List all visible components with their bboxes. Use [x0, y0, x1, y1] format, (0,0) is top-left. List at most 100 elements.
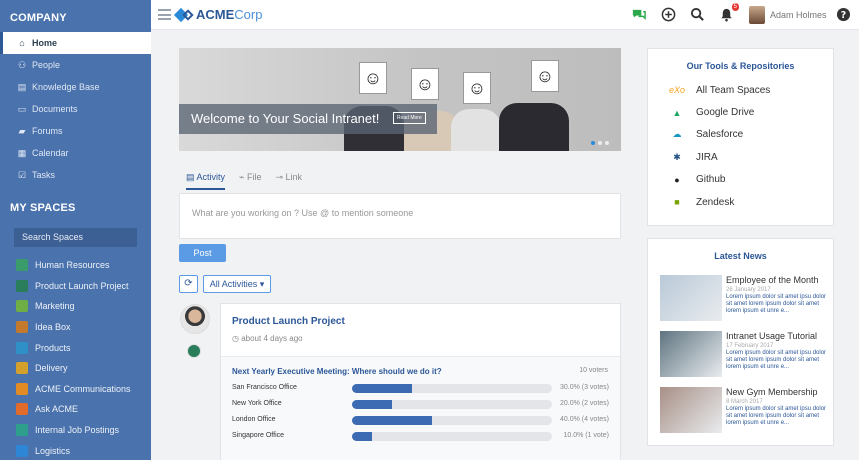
poll-option[interactable]: London Office 40.0% (4 votes): [232, 414, 609, 426]
news-item[interactable]: Intranet Usage Tutorial 17 February 2017 L…: [648, 331, 833, 387]
post-button[interactable]: Post: [179, 244, 226, 262]
poll-option[interactable]: San Francisco Office 30.0% (3 votes): [232, 382, 609, 394]
tool-label: Salesforce: [696, 129, 744, 141]
user-menu[interactable]: Adam Holmes: [749, 6, 827, 24]
smiley-card-1: ☺: [359, 62, 387, 94]
space-icon: [16, 300, 28, 313]
poll-option[interactable]: New York Office 20.0% (2 votes): [232, 398, 609, 410]
notifications-bell-icon[interactable]: 5: [719, 3, 739, 22]
sidebar-item-knowledge-base[interactable]: ▤ Knowledge Base: [0, 76, 151, 98]
space-item[interactable]: Idea Box: [0, 317, 151, 338]
news-item[interactable]: New Gym Membership 8 March 2017 Lorem ipsu…: [648, 387, 833, 443]
space-label: Marketing: [35, 301, 75, 312]
search-icon[interactable]: [690, 7, 705, 22]
space-icon: [16, 279, 28, 292]
space-item[interactable]: Human Resources: [0, 255, 151, 276]
tool-link[interactable]: ■ Zendesk: [648, 191, 833, 213]
user-name: Adam Holmes: [770, 10, 827, 20]
activity-space-title[interactable]: Product Launch Project: [232, 316, 345, 327]
composer-tabs: ▤ Activity ⌁ File ⊸ Link: [186, 172, 302, 190]
welcome-banner[interactable]: ☺ ☺ ☺ ☺ Welcome to Your Social Intranet!…: [179, 48, 621, 151]
tool-link[interactable]: ✱ JIRA: [648, 146, 833, 168]
sidebar-item-label: Calendar: [32, 148, 69, 158]
folder-icon: ▭: [17, 103, 27, 114]
book-icon: ▤: [17, 81, 27, 92]
space-item[interactable]: Internal Job Postings: [0, 420, 151, 441]
news-thumbnail[interactable]: [660, 387, 722, 433]
space-icon: [16, 362, 28, 375]
activity-filter-dropdown[interactable]: All Activities ▾: [203, 275, 271, 293]
news-title[interactable]: Intranet Usage Tutorial: [726, 331, 833, 342]
poll-option[interactable]: Singapore Office 10.0% (1 vote): [232, 430, 609, 442]
space-item[interactable]: Logistics: [0, 440, 151, 460]
tab-file[interactable]: ⌁ File: [239, 172, 261, 190]
news-thumbnail[interactable]: [660, 331, 722, 377]
poll-option-label: San Francisco Office: [232, 384, 297, 391]
tool-link[interactable]: ▲ Google Drive: [648, 101, 833, 123]
news-excerpt: Lorem ipsum dolor sit amet ipsu dolor si…: [726, 406, 827, 426]
poll-voters: 10 voters: [579, 367, 608, 374]
space-item[interactable]: Ask ACME: [0, 399, 151, 420]
company-heading: COMPANY: [10, 12, 67, 24]
carousel-dots[interactable]: [591, 141, 609, 145]
status-input[interactable]: What are you working on ? Use @ to menti…: [179, 193, 621, 239]
tab-activity[interactable]: ▤ Activity: [186, 172, 226, 190]
space-item[interactable]: Marketing: [0, 296, 151, 317]
sidebar-item-label: Knowledge Base: [32, 82, 100, 92]
news-date: 8 March 2017: [726, 399, 763, 405]
poll-option-bar: [352, 384, 552, 393]
space-label: Delivery: [35, 363, 68, 374]
sidebar-item-label: People: [32, 60, 61, 70]
space-item[interactable]: Products: [0, 337, 151, 358]
smiley-card-3: ☺: [463, 72, 491, 104]
help-icon[interactable]: ?: [836, 7, 851, 22]
space-item[interactable]: Delivery: [0, 358, 151, 379]
space-item[interactable]: ACME Communications: [0, 379, 151, 400]
svg-text:?: ?: [841, 10, 846, 21]
poll-question: Next Yearly Executive Meeting: Where sho…: [232, 367, 442, 376]
space-avatar[interactable]: [187, 344, 201, 358]
sidebar-item-forums[interactable]: ▰ Forums: [0, 120, 151, 142]
poll-option-fill: [352, 400, 392, 409]
news-excerpt: Lorem ipsum dolor sit amet ipsu dolor si…: [726, 350, 827, 370]
news-title[interactable]: New Gym Membership: [726, 387, 833, 398]
news-item[interactable]: Employee of the Month 26 January 2017 Lore…: [648, 275, 833, 331]
sidebar-item-documents[interactable]: ▭ Documents: [0, 98, 151, 120]
poll-option-label: London Office: [232, 416, 276, 423]
poll-option-fill: [352, 416, 432, 425]
space-label: Internal Job Postings: [35, 425, 120, 436]
sidebar-item-calendar[interactable]: ▦ Calendar: [0, 142, 151, 164]
sidebar-item-home[interactable]: ⌂ Home: [0, 32, 151, 54]
tool-link[interactable]: eXo All Team Spaces: [648, 79, 833, 101]
tool-link[interactable]: ● Github: [648, 169, 833, 191]
tool-label: Github: [696, 174, 726, 186]
space-item[interactable]: Product Launch Project: [0, 276, 151, 297]
space-label: Product Launch Project: [35, 280, 129, 291]
news-heading: Latest News: [714, 251, 767, 261]
poll-option-result: 40.0% (4 votes): [559, 416, 609, 423]
news-title[interactable]: Employee of the Month: [726, 275, 833, 286]
add-icon[interactable]: [661, 7, 676, 22]
poll-option-fill: [352, 432, 372, 441]
tab-link[interactable]: ⊸ Link: [275, 172, 302, 190]
chat-icon[interactable]: [631, 7, 646, 22]
hamburger-menu-icon[interactable]: [158, 9, 171, 20]
exo-icon: eXo: [669, 85, 686, 96]
read-more-button[interactable]: Read More: [393, 112, 426, 124]
space-label: Ask ACME: [35, 404, 79, 415]
refresh-icon[interactable]: ⟳: [179, 275, 198, 293]
sidebar-item-people[interactable]: ⚇ People: [0, 54, 151, 76]
acme-logo[interactable]: ACME Corp: [173, 7, 262, 22]
sidebar-item-tasks[interactable]: ☑ Tasks: [0, 164, 151, 186]
sidebar: COMPANY ⌂ Home ⚇ People ▤ Knowledge Base ▭ Docu…: [0, 0, 151, 460]
search-spaces-input[interactable]: Search Spaces: [14, 228, 137, 247]
activity-card: Product Launch Project ◷ about 4 days ag…: [220, 303, 621, 460]
zendesk-icon: ■: [674, 197, 680, 208]
tool-label: Zendesk: [696, 196, 735, 208]
people-icon: ⚇: [17, 59, 27, 70]
tool-link[interactable]: ☁ Salesforce: [648, 124, 833, 146]
sidebar-item-label: Documents: [32, 104, 78, 114]
news-thumbnail[interactable]: [660, 275, 722, 321]
poster-avatar[interactable]: [180, 304, 210, 334]
poll-option-bar: [352, 416, 552, 425]
